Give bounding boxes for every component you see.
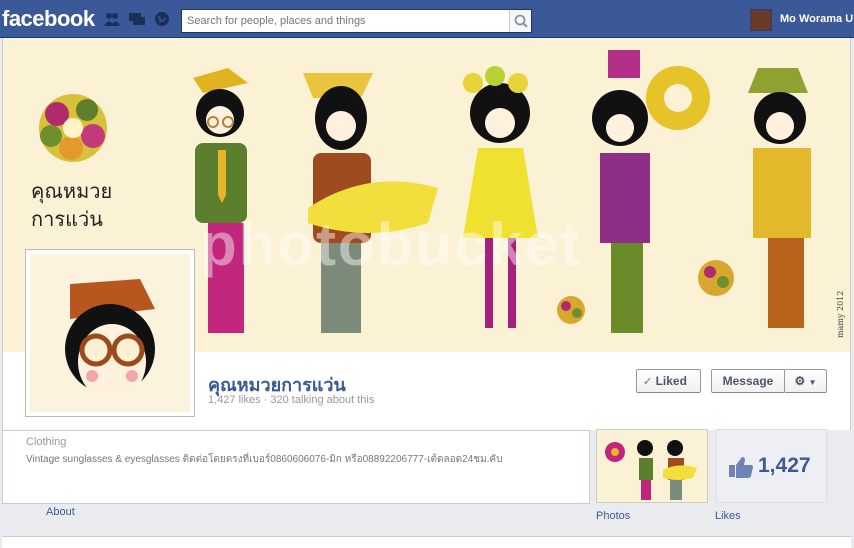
likes-link[interactable]: Likes — [715, 510, 741, 522]
notifications-globe-icon[interactable] — [153, 11, 171, 27]
liked-label: Liked — [655, 374, 687, 388]
search-input[interactable] — [182, 10, 502, 32]
photos-link[interactable]: Photos — [596, 510, 630, 522]
character-4 — [592, 50, 710, 333]
character-3 — [463, 66, 538, 328]
user-name: Mo Worama U — [780, 13, 854, 25]
liked-button[interactable]: ✓ Liked — [636, 369, 701, 393]
photos-thumbnail[interactable] — [596, 429, 708, 503]
small-flower — [698, 260, 734, 296]
bottom-divider — [2, 536, 851, 548]
search-box — [181, 9, 532, 33]
svg-text:การแว่น: การแว่น — [31, 207, 103, 231]
search-icon — [514, 14, 528, 28]
profile-picture[interactable] — [25, 249, 195, 417]
avatar — [750, 9, 772, 31]
top-bar: facebook Mo Worama U — [0, 0, 854, 38]
friend-requests-icon[interactable] — [103, 11, 121, 27]
small-flower — [557, 296, 585, 324]
chevron-down-icon: ▼ — [808, 378, 817, 387]
profile-illustration — [65, 279, 155, 400]
page-category: Clothing — [26, 436, 67, 448]
flower-ornament — [39, 94, 107, 162]
about-link[interactable]: About — [46, 506, 75, 518]
page-stats: 1,427 likes · 320 talking about this — [208, 394, 375, 406]
page-description: Vintage sunglasses & eyesglasses ติดต่อโ… — [26, 454, 503, 465]
gear-icon: ⚙ — [794, 374, 806, 388]
messages-icon[interactable] — [128, 11, 146, 27]
character-1 — [193, 68, 248, 333]
facebook-logo[interactable]: facebook — [2, 6, 95, 32]
search-button[interactable] — [509, 10, 531, 32]
photos-thumbnail-image — [605, 440, 697, 500]
character-2 — [303, 73, 438, 333]
message-button[interactable]: Message — [711, 369, 785, 393]
handwritten-title: คุณหมวย — [31, 179, 112, 204]
likes-count: 1,427 — [758, 454, 811, 477]
about-box — [2, 430, 590, 504]
settings-dropdown-button[interactable]: ⚙ ▼ — [784, 369, 827, 393]
check-icon: ✓ — [643, 376, 653, 388]
character-5 — [748, 68, 811, 328]
thumbs-up-icon — [729, 457, 753, 478]
signature: mamy 2012 — [836, 291, 845, 338]
